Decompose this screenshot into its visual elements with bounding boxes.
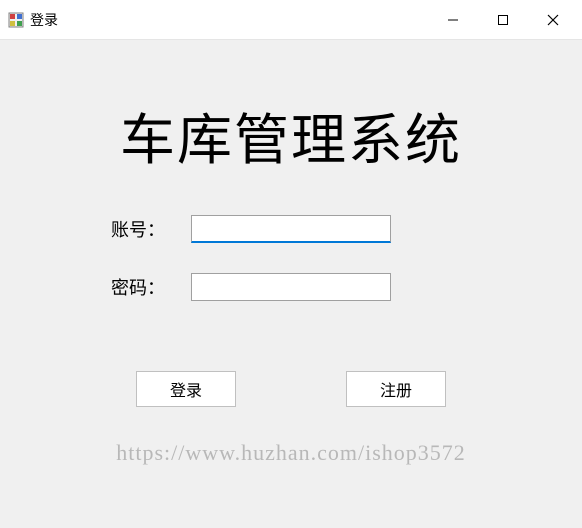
page-title: 车库管理系统 <box>0 95 582 175</box>
password-row: 密码： <box>111 273 471 301</box>
window-title: 登录 <box>30 10 428 30</box>
username-row: 账号： <box>111 215 471 243</box>
button-row: 登录 注册 <box>0 371 582 407</box>
login-button[interactable]: 登录 <box>136 371 236 407</box>
client-area: 车库管理系统 账号： 密码： 登录 注册 https://www.huzhan.… <box>0 40 582 528</box>
login-form: 账号： 密码： <box>0 215 582 331</box>
password-label: 密码： <box>111 274 191 300</box>
app-icon <box>8 12 24 28</box>
window-controls <box>428 0 578 40</box>
password-input[interactable] <box>191 273 391 301</box>
titlebar: 登录 <box>0 0 582 40</box>
minimize-button[interactable] <box>428 0 478 40</box>
watermark-text: https://www.huzhan.com/ishop3572 <box>116 440 466 466</box>
username-label: 账号： <box>111 216 191 242</box>
maximize-button[interactable] <box>478 0 528 40</box>
close-button[interactable] <box>528 0 578 40</box>
username-input[interactable] <box>191 215 391 243</box>
register-button[interactable]: 注册 <box>346 371 446 407</box>
